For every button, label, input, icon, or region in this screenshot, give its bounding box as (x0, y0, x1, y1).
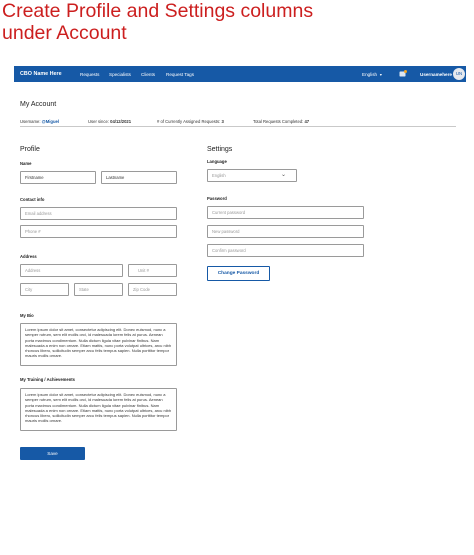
headline: Create Profile and Settings columns unde… (2, 0, 472, 44)
city-input[interactable]: City (20, 283, 69, 296)
email-input[interactable]: Email address (20, 207, 177, 220)
meta-user-since: User since: 04/12/2021 (88, 119, 131, 124)
language-label: Language (207, 159, 227, 164)
meta-username-value[interactable]: @Miguel (42, 119, 59, 124)
address-input[interactable]: Address (20, 264, 123, 277)
top-navbar: CBO Name Here Requests Specialists Clien… (14, 66, 466, 82)
nav-link-specialists[interactable]: Specialists (109, 72, 131, 77)
language-switcher[interactable]: English ▼ (362, 72, 383, 77)
contact-info-label: Contact info (20, 197, 45, 202)
avatar[interactable]: UN (453, 68, 465, 80)
meta-completed-label: Total Requests Completed: (253, 119, 304, 124)
username-label[interactable]: Usernamehere (420, 72, 452, 77)
new-password-input[interactable]: New password (207, 225, 364, 238)
caret-down-icon: ▼ (379, 72, 383, 77)
language-select[interactable]: English ⌄ (207, 169, 297, 182)
training-label: My Training / Achievements (20, 377, 75, 382)
address-label: Address (20, 254, 37, 259)
headline-line-1: Create Profile and Settings columns (2, 0, 314, 22)
password-label: Password (207, 196, 227, 201)
meta-username: Username: @Miguel (20, 119, 59, 124)
headline-line-2: under Account (2, 22, 127, 44)
chevron-down-icon: ⌄ (280, 172, 286, 178)
meta-assigned-value: 3 (221, 119, 224, 124)
meta-username-label: Username: (20, 119, 41, 124)
change-password-button[interactable]: Change Password (207, 266, 270, 281)
firstname-input[interactable]: Firstname (20, 171, 96, 184)
meta-assigned-label: # of Currently Assigned Requests: (157, 119, 221, 124)
meta-user-since-label: User since: (88, 119, 109, 124)
name-label: Name (20, 161, 32, 166)
brand-name[interactable]: CBO Name Here (20, 71, 62, 77)
account-title: My Account (20, 101, 57, 108)
language-switcher-label: English (362, 71, 378, 77)
settings-title: Settings (207, 146, 233, 153)
bio-textarea[interactable]: Lorem ipsum dolor sit amet, consectetur … (20, 323, 177, 366)
save-button[interactable]: Save (20, 447, 85, 460)
current-password-input[interactable]: Current password (207, 206, 364, 219)
phone-input[interactable]: Phone # (20, 225, 177, 238)
meta-user-since-value: 04/12/2021 (110, 119, 132, 124)
account-divider (20, 126, 456, 127)
nav-link-request-tags[interactable]: Request Tags (166, 72, 194, 77)
bio-label: My Bio (20, 313, 34, 318)
meta-completed-requests: Total Requests Completed: 47 (253, 119, 309, 124)
lastname-input[interactable]: Lastname (101, 171, 177, 184)
meta-completed-value: 47 (304, 119, 310, 124)
notification-bell-icon[interactable] (399, 69, 407, 77)
confirm-password-input[interactable]: Confirm password (207, 244, 364, 257)
notification-dot (404, 69, 407, 73)
training-textarea[interactable]: Lorem ipsum dolor sit amet, consectetur … (20, 388, 177, 431)
meta-assigned-requests: # of Currently Assigned Requests: 3 (157, 119, 224, 124)
language-select-value: English (212, 173, 226, 178)
state-input[interactable]: State (74, 283, 123, 296)
nav-link-requests[interactable]: Requests (80, 72, 99, 77)
zip-input[interactable]: Zip Code (128, 283, 177, 296)
nav-link-clients[interactable]: Clients (141, 72, 155, 77)
unit-input[interactable]: Unit # (128, 264, 177, 277)
profile-title: Profile (20, 146, 40, 153)
